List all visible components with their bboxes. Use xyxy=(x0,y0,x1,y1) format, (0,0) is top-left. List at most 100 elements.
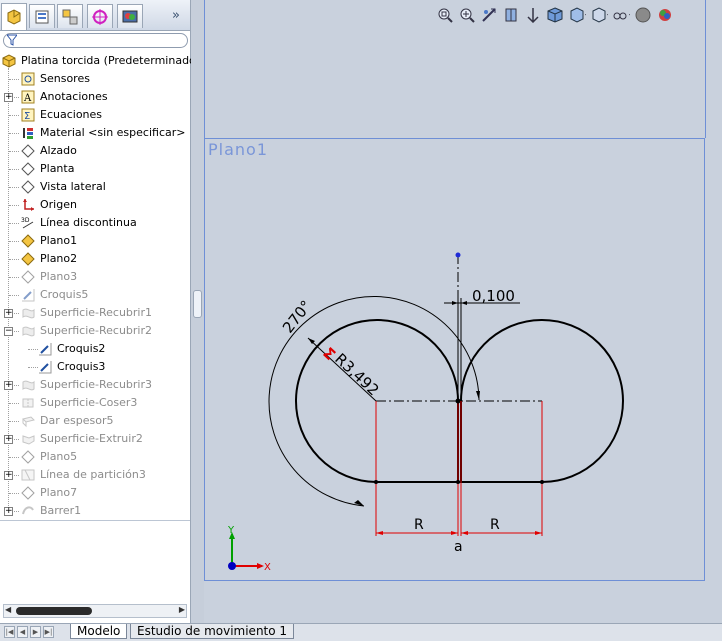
thicken-icon xyxy=(21,414,35,428)
last-tab-icon[interactable]: ▶| xyxy=(43,626,54,638)
tree-guide-line xyxy=(28,349,38,350)
edit-appearance-icon[interactable] xyxy=(612,6,630,24)
zoom-to-area-icon[interactable] xyxy=(458,6,476,24)
collapse-panel-button[interactable]: » xyxy=(172,8,180,23)
plane-icon xyxy=(21,450,35,464)
display-manager-tab-icon[interactable] xyxy=(117,4,143,28)
annotation-icon: A xyxy=(21,90,35,104)
tree-guide-line xyxy=(28,367,38,368)
display-style-icon[interactable] xyxy=(568,6,586,24)
realview-icon[interactable] xyxy=(656,6,674,24)
tree-expand-toggle[interactable]: + xyxy=(4,507,13,516)
tree-item-label: Origen xyxy=(40,198,77,211)
tree-guide-line xyxy=(9,133,19,134)
tree-expand-toggle[interactable]: − xyxy=(4,327,13,336)
splitter-handle[interactable] xyxy=(193,290,202,318)
dimension-gap-text[interactable]: 0,100 xyxy=(472,287,515,305)
configuration-manager-tab-icon[interactable] xyxy=(57,4,83,28)
tree-guide-line xyxy=(9,421,19,422)
tree-item-label: Vista lateral xyxy=(40,180,106,193)
tree-item-label: Sensores xyxy=(40,72,90,85)
tree-item-label: Superficie-Recubrir3 xyxy=(40,378,153,391)
sketch-point[interactable] xyxy=(540,480,544,484)
dynamic-annotation-icon[interactable] xyxy=(524,6,542,24)
plane-icon xyxy=(21,144,35,158)
feature-filter-field[interactable] xyxy=(3,33,188,48)
tree-item-label: Plano1 xyxy=(40,234,78,247)
sketch-point[interactable] xyxy=(456,480,460,484)
scroll-right-icon[interactable]: ▶ xyxy=(179,605,185,614)
plane-icon xyxy=(21,180,35,194)
tree-item-label: Croquis3 xyxy=(57,360,106,373)
sketch-icon xyxy=(38,360,52,374)
reference-triad: Y X xyxy=(227,525,271,573)
tree-expand-toggle[interactable]: + xyxy=(4,435,13,444)
next-tab-icon[interactable]: ▶ xyxy=(30,626,41,638)
tree-guide-line xyxy=(9,457,19,458)
tree-expand-toggle[interactable]: + xyxy=(4,381,13,390)
filter-icon xyxy=(5,34,19,49)
tree-expand-toggle[interactable]: + xyxy=(4,93,13,102)
hide-show-items-icon[interactable] xyxy=(590,6,608,24)
dimension-r-left-text[interactable]: R xyxy=(414,517,424,533)
previous-view-icon[interactable] xyxy=(480,6,498,24)
tree-item-label: Anotaciones xyxy=(40,90,108,103)
dimension-r-right-text[interactable]: R xyxy=(490,517,500,533)
plane-icon xyxy=(21,270,35,284)
sketch-point[interactable] xyxy=(374,480,378,484)
tree-item-label: Planta xyxy=(40,162,75,175)
tree-guide-line xyxy=(9,259,19,260)
tree-expand-toggle[interactable]: + xyxy=(4,471,13,480)
tree-item-label: Superficie-Coser3 xyxy=(40,396,138,409)
previous-tab-icon[interactable]: ◀ xyxy=(17,626,28,638)
plane-icon xyxy=(21,162,35,176)
tree-item-label: Barrer1 xyxy=(40,504,82,517)
apply-scene-icon[interactable] xyxy=(634,6,652,24)
tree-root-label: Platina torcida (Predeterminado<< xyxy=(21,54,215,67)
tree-guide-line xyxy=(8,68,9,512)
tree-item-label: Superficie-Recubrir2 xyxy=(40,324,153,337)
tree-guide-line xyxy=(9,277,19,278)
tree-guide-line xyxy=(9,187,19,188)
tree-item-label: Superficie-Recubrir1 xyxy=(40,306,153,319)
tree-expand-toggle[interactable]: + xyxy=(4,309,13,318)
tree-item-label: Ecuaciones xyxy=(40,108,103,121)
plane-yellow-icon xyxy=(21,234,35,248)
dimxpert-tab-icon[interactable] xyxy=(87,4,113,28)
origin-icon xyxy=(21,198,35,212)
tree-guide-line xyxy=(9,169,19,170)
section-view-icon[interactable] xyxy=(502,6,520,24)
scroll-left-icon[interactable]: ◀ xyxy=(5,605,11,614)
centerline-endpoint[interactable] xyxy=(455,252,461,258)
sketch-point[interactable] xyxy=(455,398,461,404)
tree-item-label: Dar espesor5 xyxy=(40,414,114,427)
first-tab-icon[interactable]: |◀ xyxy=(4,626,15,638)
svg-text:3D: 3D xyxy=(21,217,30,224)
svg-text:Σ: Σ xyxy=(24,111,30,122)
tab-modelo[interactable]: Modelo xyxy=(70,624,128,639)
dimension-radius-text[interactable]: R3,492 xyxy=(331,350,382,400)
dimension-angle-text[interactable]: 270° xyxy=(279,297,315,337)
scrollbar-thumb[interactable] xyxy=(16,607,92,615)
dimension-arc-angle[interactable] xyxy=(268,296,480,507)
zoom-to-fit-icon[interactable] xyxy=(436,6,454,24)
plane-edge xyxy=(204,0,205,138)
part-icon xyxy=(2,54,16,68)
tree-item-label: Línea discontinua xyxy=(40,216,137,229)
point-label-a: a xyxy=(454,539,463,555)
surface-knit-icon xyxy=(21,396,35,410)
tree-item-label: Material <sin especificar> xyxy=(40,126,186,139)
sketch-canvas[interactable]: 0,100 270° Σ R3,492 R R a Y X xyxy=(204,138,722,625)
tree-horizontal-scrollbar[interactable]: ◀ ▶ xyxy=(3,604,187,618)
sensor-icon xyxy=(21,72,35,86)
property-manager-tab-icon[interactable] xyxy=(29,4,55,28)
tab-motion-study-1[interactable]: Estudio de movimiento 1 xyxy=(130,624,295,639)
tree-item-label: Superficie-Extruir2 xyxy=(40,432,143,445)
split-line-icon xyxy=(21,468,35,482)
surface-loft-icon xyxy=(21,378,35,392)
view-orientation-icon[interactable] xyxy=(546,6,564,24)
feature-tree: Platina torcida (Predeterminado<< Sensore… xyxy=(0,52,214,521)
tree-item-label: Alzado xyxy=(40,144,77,157)
plane-icon xyxy=(21,486,35,500)
feature-manager-tab-icon[interactable] xyxy=(1,3,27,30)
